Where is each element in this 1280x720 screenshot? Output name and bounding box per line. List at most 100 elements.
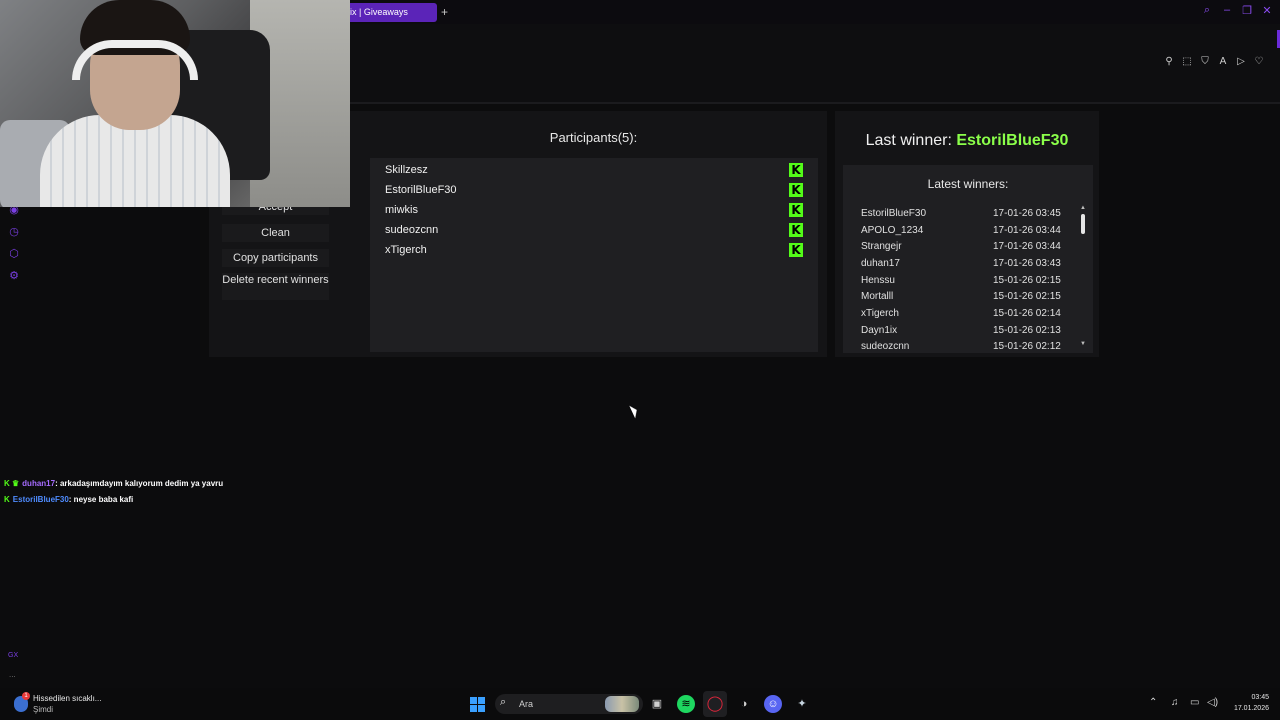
winner-date: 17-01-26 03:44 xyxy=(993,241,1061,252)
list-item: sudeozcnn 15-01-26 02:12 xyxy=(861,341,1066,353)
heart-icon[interactable]: ♡ xyxy=(1254,56,1264,67)
latest-winners-title: Latest winners: xyxy=(927,177,1009,191)
webcam-overlay xyxy=(0,0,350,207)
kick-icon: K xyxy=(789,223,803,237)
microphone-icon[interactable]: ♫ xyxy=(1171,697,1179,708)
minimize-icon[interactable]: – xyxy=(1222,4,1232,17)
chat-username: duhan17 xyxy=(22,479,56,488)
extensions-icon[interactable]: ⬡ xyxy=(8,248,20,260)
participant-name: miwkis xyxy=(385,204,418,216)
weather-subtext: Şimdi xyxy=(33,705,54,714)
chat-text: : arkadaşımdayım kalıyorum dedim ya yavr… xyxy=(55,479,224,488)
taskbar-date[interactable]: 17.01.2026 xyxy=(1225,705,1269,712)
participants-list: Skillzesz K EstorilBlueF30 K miwkis K su… xyxy=(370,158,818,352)
winner-date: 15-01-26 02:15 xyxy=(993,291,1061,302)
shield-icon[interactable]: ⛉ xyxy=(1200,56,1210,67)
search-placeholder: Ara xyxy=(519,699,534,709)
steam-icon[interactable]: ✦ xyxy=(793,695,811,713)
winner-name: Strangejr xyxy=(861,241,902,252)
last-winner-heading: Last winner: EstorilBlueF30 xyxy=(835,132,1099,150)
list-item[interactable]: xTigerch K xyxy=(385,240,803,260)
toolbar-icons: ⚲ ⬚ ⛉ A ▷ ♡ xyxy=(1164,56,1264,67)
scroll-up-icon[interactable]: ▲ xyxy=(1080,205,1086,211)
browser-sidebar: ◉ ◷ ⬡ ⚙ xyxy=(8,204,20,282)
pin-icon[interactable]: ⚲ xyxy=(1164,56,1174,67)
list-item[interactable]: Skillzesz K xyxy=(385,160,803,180)
kick-icon: K ♛ xyxy=(4,479,20,488)
opera-gx-icon[interactable]: ◯ xyxy=(706,695,724,713)
network-icon[interactable]: ▭ xyxy=(1190,697,1199,708)
snapshot-icon[interactable]: ⬚ xyxy=(1182,56,1192,67)
volume-icon[interactable]: ◁) xyxy=(1207,697,1218,708)
clean-button[interactable]: Clean xyxy=(222,224,329,242)
kick-icon: K xyxy=(789,183,803,197)
chat-text: : neyse baba kafi xyxy=(68,495,134,504)
participant-name: xTigerch xyxy=(385,244,427,256)
list-item: EstorilBlueF30 17-01-26 03:45 xyxy=(861,208,1066,224)
sidebar-more-icon[interactable]: ... xyxy=(9,670,16,679)
winner-date: 17-01-26 03:44 xyxy=(993,225,1061,236)
chat-username: EstorilBlueF30 xyxy=(12,495,69,504)
list-item: Henssu 15-01-26 02:15 xyxy=(861,275,1066,291)
gx-app-icon[interactable]: ◑ xyxy=(735,695,753,713)
winner-name: Mortalll xyxy=(861,291,894,302)
kick-icon: K xyxy=(789,243,803,257)
winner-date: 15-01-26 02:14 xyxy=(993,308,1061,319)
winner-name: Henssu xyxy=(861,275,895,286)
winner-name: duhan17 xyxy=(861,258,900,269)
settings-icon[interactable]: ⚙ xyxy=(8,270,20,282)
winner-date: 17-01-26 03:43 xyxy=(993,258,1061,269)
delete-recent-winners-button[interactable]: Delete recent winners xyxy=(222,273,329,300)
scrollbar-thumb[interactable] xyxy=(1081,214,1085,234)
kick-icon: K xyxy=(789,203,803,217)
participant-name: sudeozcnn xyxy=(385,224,439,236)
list-item[interactable]: EstorilBlueF30 K xyxy=(385,180,803,200)
list-item: Dayn1ix 15-01-26 02:13 xyxy=(861,325,1066,341)
last-winner-name: EstorilBlueF30 xyxy=(956,132,1069,149)
last-winner-label: Last winner: xyxy=(865,132,952,149)
latest-winners-list[interactable]: Latest winners: EstorilBlueF30 17-01-26 0… xyxy=(843,165,1093,353)
close-icon[interactable]: ✕ xyxy=(1262,4,1272,17)
discord-icon[interactable]: ☺ xyxy=(764,695,782,713)
scroll-down-icon[interactable]: ▼ xyxy=(1080,341,1086,347)
winner-name: sudeozcnn xyxy=(861,341,910,352)
winner-name: Dayn1ix xyxy=(861,325,898,336)
task-view-icon[interactable]: ▣ xyxy=(648,695,666,713)
kick-icon: K xyxy=(789,163,803,177)
mouse-cursor-icon xyxy=(629,403,640,419)
copy-participants-button[interactable]: Copy participants xyxy=(222,249,329,267)
new-tab-button[interactable]: + xyxy=(441,5,448,19)
weather-text[interactable]: Hissedilen sıcaklı... xyxy=(33,694,101,703)
history-icon[interactable]: ◷ xyxy=(8,226,20,238)
list-item: APOLO_1234 17-01-26 03:44 xyxy=(861,225,1066,241)
play-icon[interactable]: ▷ xyxy=(1236,56,1246,67)
tab-giveaways[interactable]: Bix | Giveaways xyxy=(338,3,437,22)
winner-name: APOLO_1234 xyxy=(861,225,924,236)
spotify-icon[interactable]: ≋ xyxy=(677,695,695,713)
chevron-up-icon[interactable]: ⌃ xyxy=(1149,697,1157,708)
winner-date: 17-01-26 03:45 xyxy=(993,208,1061,219)
winner-date: 15-01-26 02:13 xyxy=(993,325,1061,336)
translate-icon[interactable]: A xyxy=(1218,56,1228,67)
search-icon: ⌕ xyxy=(500,696,507,708)
list-item: xTigerch 15-01-26 02:14 xyxy=(861,308,1066,324)
winner-date: 15-01-26 02:12 xyxy=(993,341,1061,352)
search-icon[interactable]: ⌕ xyxy=(1202,4,1212,17)
participant-name: Skillzesz xyxy=(385,164,428,176)
participant-name: EstorilBlueF30 xyxy=(385,184,457,196)
window-controls: ⌕ – ❐ ✕ xyxy=(1202,4,1272,17)
search-highlight-image[interactable] xyxy=(605,696,639,712)
participants-title: Participants(5): xyxy=(549,130,638,145)
list-item[interactable]: sudeozcnn K xyxy=(385,220,803,240)
list-item[interactable]: miwkis K xyxy=(385,200,803,220)
restore-icon[interactable]: ❐ xyxy=(1242,4,1252,17)
winner-name: xTigerch xyxy=(861,308,899,319)
taskbar-time[interactable]: 03:45 xyxy=(1233,694,1269,701)
winner-date: 15-01-26 02:15 xyxy=(993,275,1061,286)
gx-corner-icon[interactable]: GX xyxy=(8,652,18,659)
windows-start-icon[interactable] xyxy=(470,697,485,712)
winner-name: EstorilBlueF30 xyxy=(861,208,927,219)
list-item: duhan17 17-01-26 03:43 xyxy=(861,258,1066,274)
list-item: Mortalll 15-01-26 02:15 xyxy=(861,291,1066,307)
chat-message: K EstorilBlueF30: neyse baba kafi xyxy=(4,495,133,504)
